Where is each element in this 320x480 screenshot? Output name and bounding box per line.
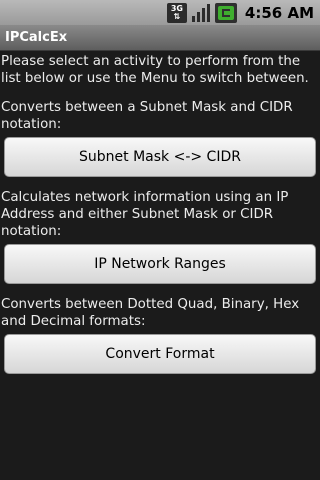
network-ranges-description: Calculates network information using an …	[1, 190, 289, 239]
status-bar: 3G ⇅ 4:56 AM	[0, 0, 320, 25]
battery-icon	[214, 2, 237, 23]
signal-icon	[191, 3, 211, 23]
clock: 4:56 AM	[244, 3, 314, 22]
main-content: Please select an activity to perform fro…	[0, 51, 320, 374]
data-arrows-icon: ⇅	[173, 11, 181, 21]
title-bar: IPCalcEx	[0, 25, 320, 51]
app-title: IPCalcEx	[5, 30, 68, 45]
ip-network-ranges-button[interactable]: IP Network Ranges	[4, 244, 316, 284]
3g-icon: 3G ⇅	[166, 2, 187, 23]
convert-format-button[interactable]: Convert Format	[4, 334, 316, 374]
convert-format-description: Converts between Dotted Quad, Binary, He…	[1, 297, 300, 329]
intro-text: Please select an activity to perform fro…	[1, 54, 309, 86]
app-screen: 3G ⇅ 4:56 AM IPCalcEx Please select an a…	[0, 0, 320, 480]
subnet-mask-cidr-button[interactable]: Subnet Mask <-> CIDR	[4, 137, 316, 177]
subnet-cidr-description: Converts between a Subnet Mask and CIDR …	[1, 100, 293, 132]
